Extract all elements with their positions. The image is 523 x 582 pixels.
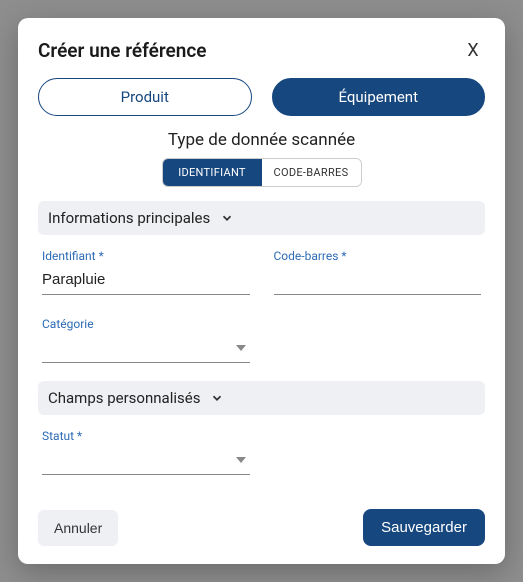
spacer bbox=[274, 429, 482, 475]
create-reference-modal: Créer une référence X Produit Équipement… bbox=[18, 18, 505, 564]
close-icon: X bbox=[467, 40, 478, 61]
segment-barcode[interactable]: CODE-BARRES bbox=[262, 159, 361, 186]
category-select[interactable] bbox=[42, 335, 250, 363]
modal-title: Créer une référence bbox=[38, 39, 207, 62]
custom-fields-row: Statut * bbox=[42, 429, 481, 475]
section-main-info[interactable]: Informations principales bbox=[38, 201, 485, 235]
barcode-label: Code-barres * bbox=[274, 249, 482, 263]
status-select[interactable] bbox=[42, 447, 250, 475]
section-custom-fields-label: Champs personnalisés bbox=[48, 389, 200, 407]
identifier-field: Identifiant * bbox=[42, 249, 250, 295]
save-button[interactable]: Sauvegarder bbox=[363, 509, 485, 546]
scanned-type-segmented: IDENTIFIANT CODE-BARRES bbox=[162, 158, 362, 187]
close-button[interactable]: X bbox=[461, 38, 485, 62]
section-main-info-label: Informations principales bbox=[48, 209, 210, 227]
scanned-type-label: Type de donnée scannée bbox=[38, 130, 485, 150]
main-info-fields: Identifiant * Code-barres * bbox=[42, 249, 481, 295]
modal-footer: Annuler Sauvegarder bbox=[38, 509, 485, 546]
category-label: Catégorie bbox=[42, 317, 250, 331]
equipment-toggle[interactable]: Équipement bbox=[272, 78, 486, 116]
section-custom-fields[interactable]: Champs personnalisés bbox=[38, 381, 485, 415]
equipment-label: Équipement bbox=[338, 88, 418, 106]
barcode-field: Code-barres * bbox=[274, 249, 482, 295]
barcode-input[interactable] bbox=[274, 267, 482, 295]
category-row: Catégorie bbox=[42, 317, 481, 363]
segment-identifier[interactable]: IDENTIFIANT bbox=[163, 159, 262, 186]
chevron-down-icon bbox=[210, 391, 224, 405]
status-label: Statut * bbox=[42, 429, 250, 443]
modal-header: Créer une référence X bbox=[38, 38, 485, 62]
spacer bbox=[274, 317, 482, 363]
cancel-button[interactable]: Annuler bbox=[38, 510, 118, 546]
status-field: Statut * bbox=[42, 429, 250, 475]
identifier-input[interactable] bbox=[42, 267, 250, 295]
identifier-label: Identifiant * bbox=[42, 249, 250, 263]
category-field: Catégorie bbox=[42, 317, 250, 363]
product-label: Produit bbox=[121, 88, 169, 106]
product-toggle[interactable]: Produit bbox=[38, 78, 252, 116]
reference-type-toggle: Produit Équipement bbox=[38, 78, 485, 116]
chevron-down-icon bbox=[220, 211, 234, 225]
